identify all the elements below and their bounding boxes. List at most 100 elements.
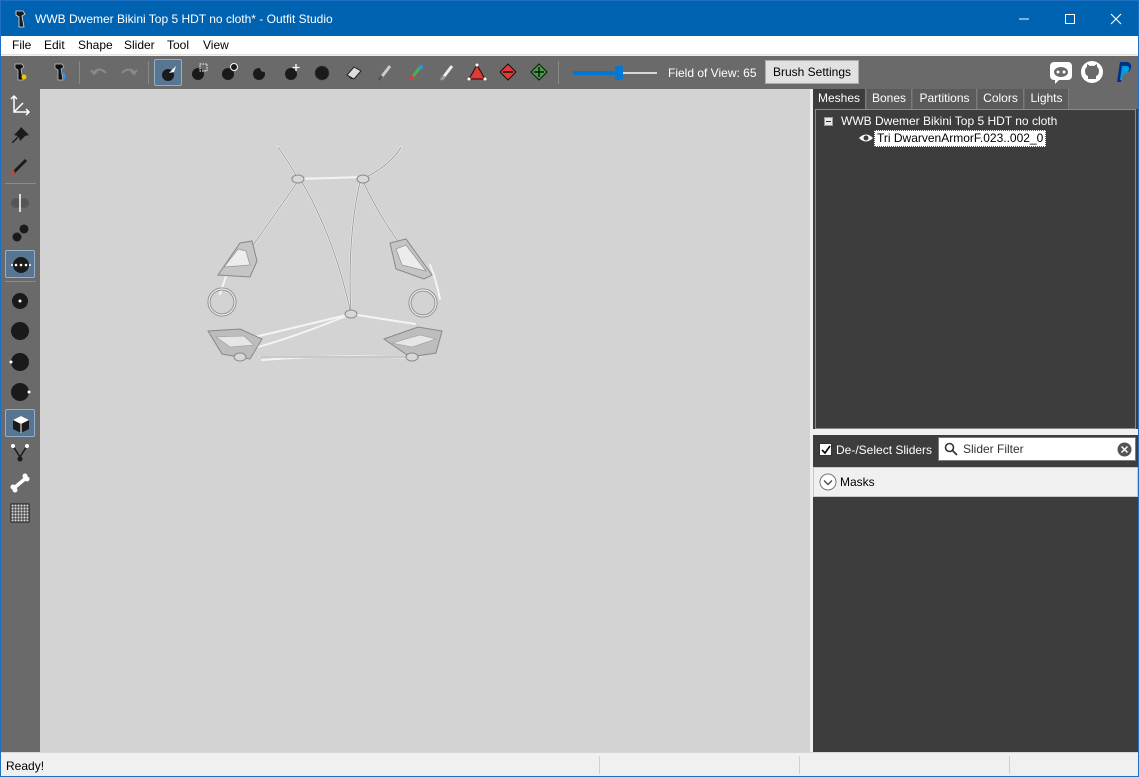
select-points-button[interactable] (5, 250, 35, 278)
maximize-button[interactable] (1047, 1, 1093, 36)
undiff-brush-button[interactable] (340, 59, 368, 86)
status-divider (599, 756, 600, 774)
search-icon (944, 442, 958, 456)
undo-icon (90, 68, 107, 76)
show-bones-icon (10, 473, 30, 493)
brush-falloff-button[interactable] (5, 348, 35, 376)
slider-filter (938, 437, 1136, 461)
split-edge-button[interactable] (525, 59, 553, 86)
load-reference-button[interactable] (6, 59, 34, 86)
toolbar-separator (79, 61, 80, 84)
status-text: Ready! (6, 759, 45, 773)
minimize-icon (1019, 18, 1029, 20)
deflate-brush-button[interactable] (246, 59, 274, 86)
maximize-icon (1065, 14, 1075, 24)
mesh-left-cup (217, 240, 258, 278)
inflate-brush-icon (222, 63, 238, 80)
menu-shape[interactable]: Shape (78, 38, 113, 52)
select-tool-button[interactable] (154, 59, 182, 86)
mask-brush-icon (192, 63, 208, 80)
select-sliders-checkbox[interactable] (819, 443, 832, 456)
left-toolbar-separator (5, 281, 36, 282)
smooth-brush-button[interactable] (308, 59, 336, 86)
fov-slider-thumb[interactable] (615, 66, 623, 80)
discord-icon[interactable] (1049, 60, 1073, 84)
slider-filter-input[interactable] (963, 441, 1113, 457)
panel-tabs: Meshes Bones Partitions Colors Lights (813, 89, 1138, 109)
transform-tool-icon (10, 94, 31, 116)
minimize-button[interactable] (1001, 1, 1047, 36)
tab-lights[interactable]: Lights (1025, 89, 1069, 109)
connected-only-icon (12, 224, 29, 242)
grid-button[interactable] (5, 499, 35, 527)
fov-label: Field of View: 65 (668, 66, 757, 80)
masks-label: Masks (840, 475, 875, 489)
pivot-tool-button[interactable] (5, 122, 35, 150)
fov-slider[interactable] (573, 66, 657, 80)
clear-filter-icon[interactable] (1117, 442, 1132, 457)
wireframe-button[interactable] (5, 409, 35, 437)
undiff-brush-icon (346, 66, 362, 80)
vertex-edit-icon (10, 158, 28, 175)
tab-meshes[interactable]: Meshes (813, 89, 866, 109)
tree-mesh-label: Tri DwarvenArmorF.023..002_0 (874, 130, 1047, 147)
menu-view[interactable]: View (203, 38, 229, 52)
show-bones-button[interactable] (5, 469, 35, 497)
redo-button[interactable] (115, 59, 143, 86)
menu-bar: File Edit Shape Slider Tool View (1, 36, 1138, 55)
collapse-icon[interactable] (824, 117, 833, 126)
flip-edge-icon (499, 63, 517, 81)
smooth-brush-icon (314, 65, 330, 81)
alpha-brush-icon (439, 65, 454, 81)
close-button[interactable] (1093, 1, 1139, 36)
menu-tool[interactable]: Tool (167, 38, 189, 52)
pivot-tool-icon (12, 127, 29, 143)
alpha-brush-button[interactable] (433, 59, 461, 86)
split-edge-icon (530, 63, 548, 81)
show-vertices-button[interactable] (5, 439, 35, 467)
mesh-right-cup (389, 238, 433, 280)
toolbar-separator (558, 61, 559, 84)
3d-viewport[interactable] (40, 89, 810, 752)
window-title: WWB Dwemer Bikini Top 5 HDT no cloth* - … (35, 12, 333, 26)
connected-only-button[interactable] (5, 219, 35, 247)
mesh-wireframe (207, 146, 443, 362)
brush-size-small-button[interactable] (5, 287, 35, 315)
menu-file[interactable]: File (12, 38, 31, 52)
select-sliders-label: De-/Select Sliders (836, 443, 933, 457)
outfit-studio-window: WWB Dwemer Bikini Top 5 HDT no cloth* - … (0, 0, 1139, 777)
paypal-icon[interactable] (1111, 60, 1135, 84)
load-outfit-button[interactable] (46, 59, 74, 86)
brush-size-large-button[interactable] (5, 317, 35, 345)
vertex-edit-button[interactable] (5, 152, 35, 180)
status-bar: Ready! (1, 752, 1138, 776)
transform-tool-button[interactable] (5, 91, 35, 119)
mesh-ring-highlights (208, 288, 437, 317)
left-toolbar (1, 89, 40, 752)
select-points-icon (11, 257, 31, 273)
menu-edit[interactable]: Edit (44, 38, 65, 52)
mesh-rings (207, 287, 438, 318)
mask-brush-button[interactable] (185, 59, 213, 86)
flip-edge-button[interactable] (494, 59, 522, 86)
move-brush-button[interactable] (278, 59, 306, 86)
brush-settings-button[interactable]: Brush Settings (765, 60, 859, 84)
deflate-brush-icon (253, 64, 268, 80)
weight-brush-button[interactable] (371, 59, 399, 86)
mesh-tree: WWB Dwemer Bikini Top 5 HDT no cloth Tri… (815, 109, 1136, 429)
tab-partitions[interactable]: Partitions (913, 89, 977, 109)
menu-slider[interactable]: Slider (124, 38, 155, 52)
inflate-brush-button[interactable] (215, 59, 243, 86)
collapse-vertex-button[interactable] (463, 59, 491, 86)
eye-icon[interactable] (858, 132, 874, 144)
tab-colors[interactable]: Colors (978, 89, 1024, 109)
tab-bones[interactable]: Bones (867, 89, 912, 109)
chevron-down-icon[interactable] (819, 473, 837, 491)
masks-section[interactable]: Masks (813, 467, 1138, 497)
xmirror-button[interactable] (5, 189, 35, 217)
brush-strength-button[interactable] (5, 378, 35, 406)
github-icon[interactable] (1080, 60, 1104, 84)
color-brush-button[interactable] (402, 59, 430, 86)
tree-root-label: WWB Dwemer Bikini Top 5 HDT no cloth (841, 114, 1058, 128)
undo-button[interactable] (85, 59, 113, 86)
